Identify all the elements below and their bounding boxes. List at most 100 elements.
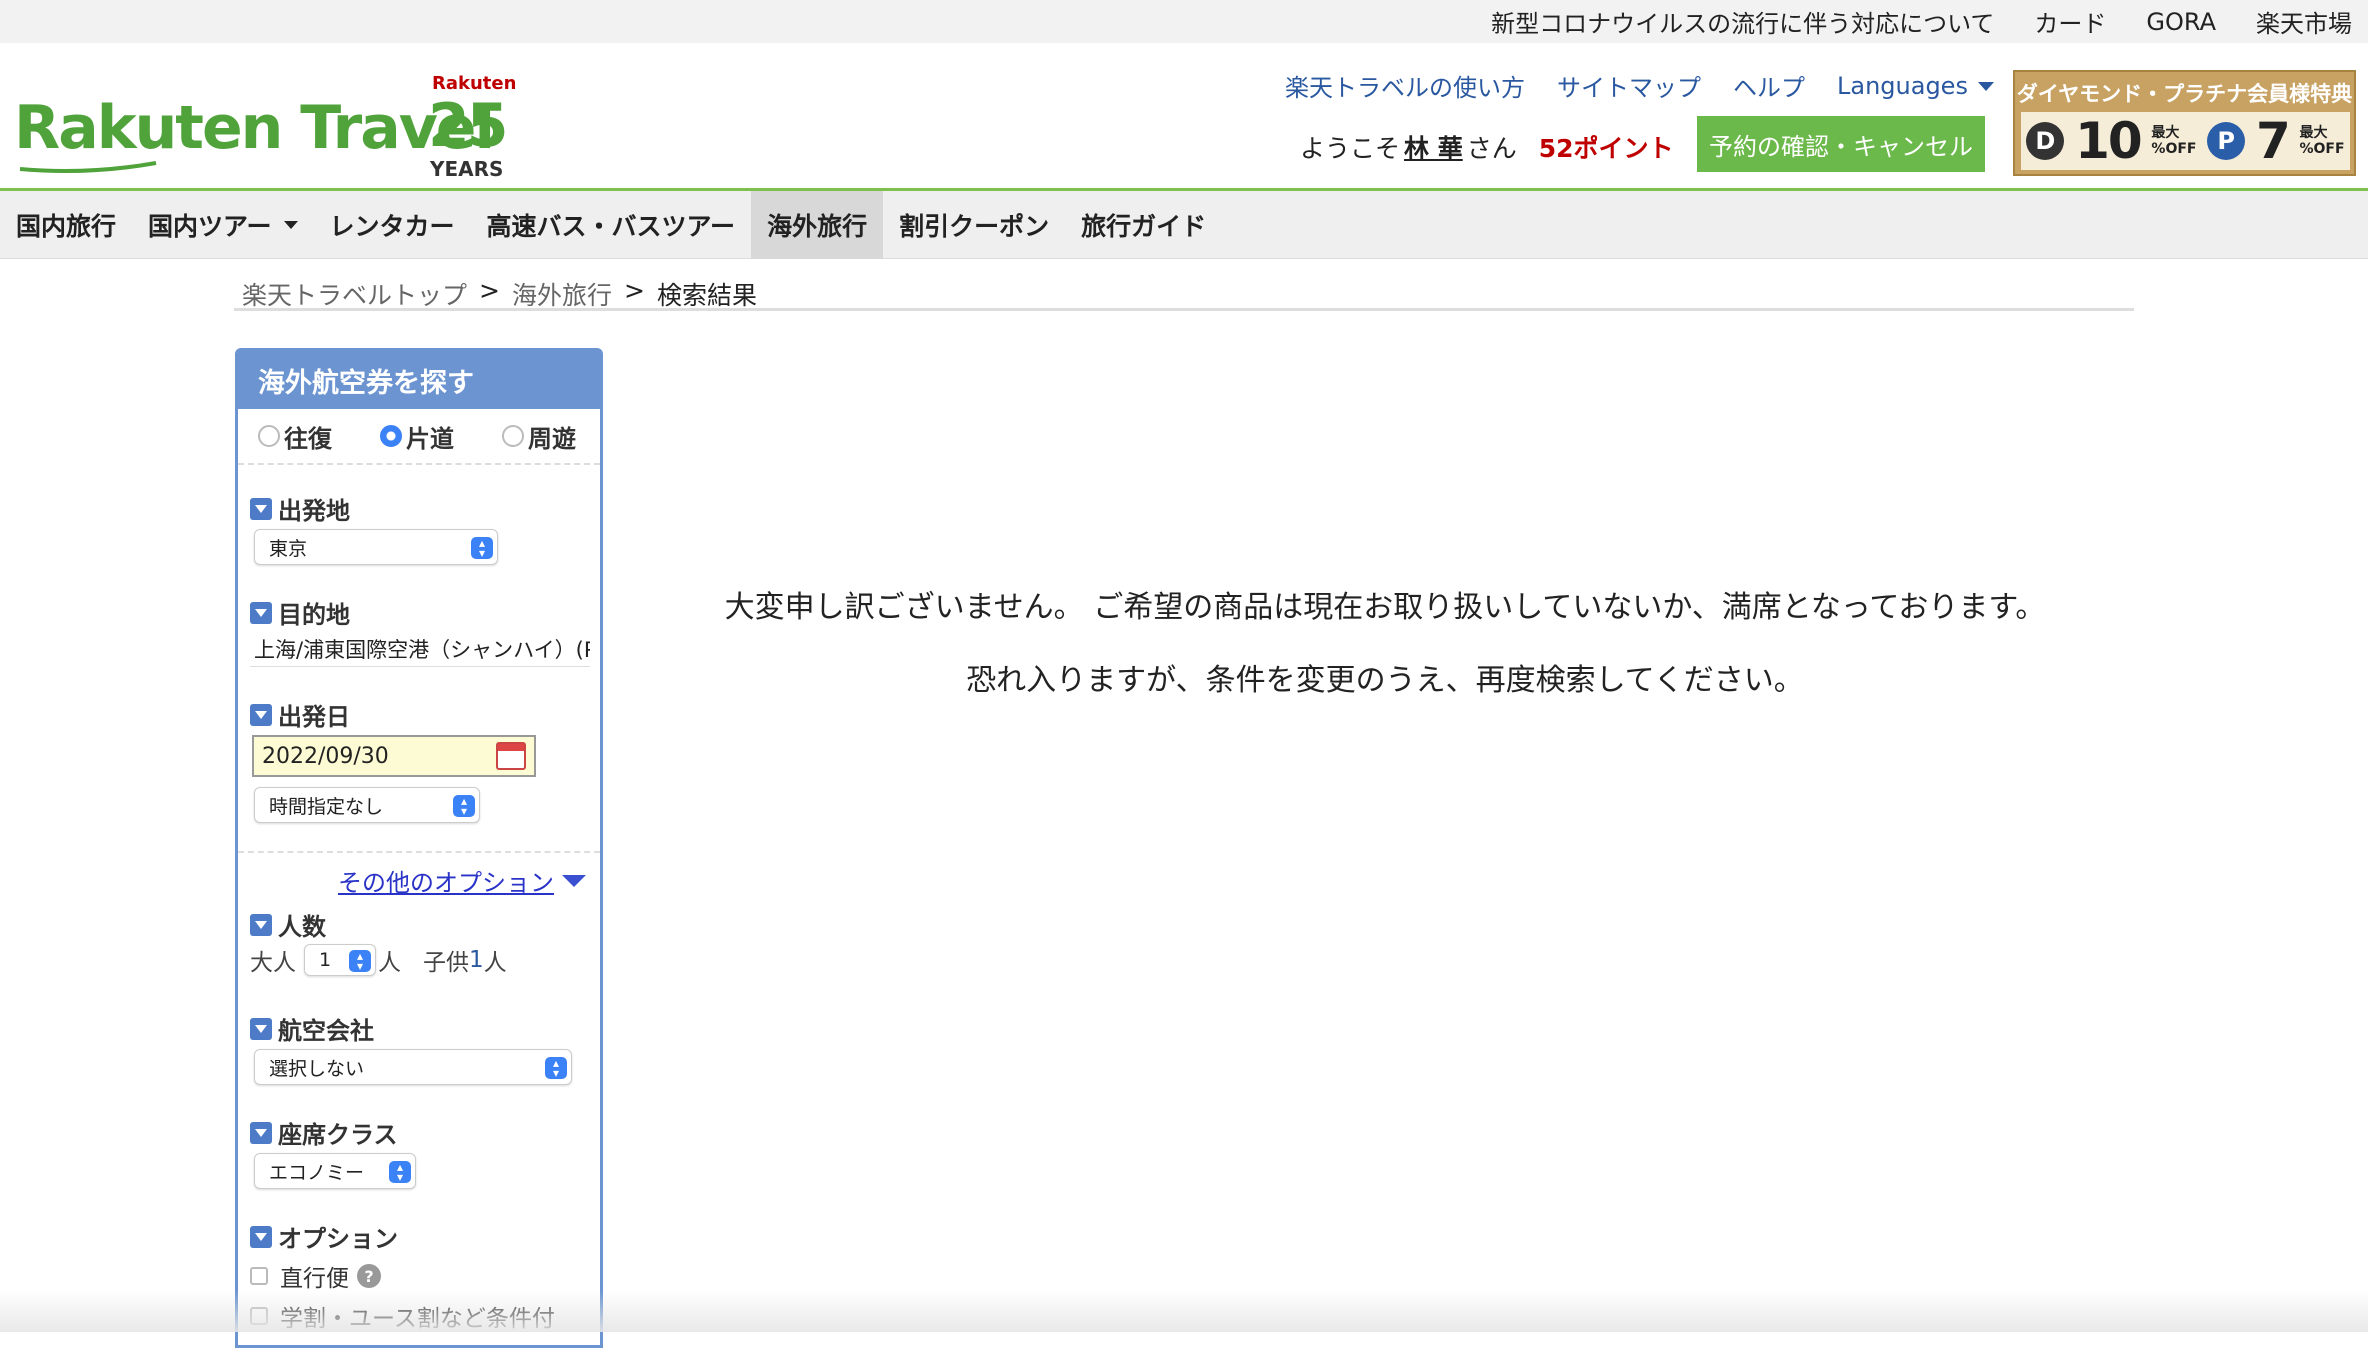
options-label: オプション bbox=[250, 1219, 398, 1254]
sitemap-link[interactable]: サイトマップ bbox=[1557, 68, 1701, 103]
search-panel-title: 海外航空券を探す bbox=[238, 351, 600, 409]
checkbox-icon bbox=[250, 1267, 268, 1285]
child-unit: 人 bbox=[483, 950, 507, 976]
radio-selected-icon bbox=[380, 425, 402, 447]
airline-select[interactable]: 選択しない ▴ ▾ bbox=[254, 1049, 572, 1085]
divider bbox=[238, 851, 600, 853]
adult-count-value: 1 bbox=[319, 949, 332, 971]
caret-down-icon bbox=[283, 221, 298, 229]
p-max-label: 最大 bbox=[2299, 125, 2328, 141]
adult-unit: 人 bbox=[378, 950, 401, 976]
guide-link[interactable]: 楽天トラベルの使い方 bbox=[1285, 68, 1525, 103]
trip-type-group: 往復 片道 周遊 bbox=[238, 409, 600, 465]
trip-multicity-label: 周遊 bbox=[528, 424, 576, 453]
languages-label: Languages bbox=[1837, 71, 1968, 100]
section-toggle-icon bbox=[250, 497, 272, 520]
calendar-icon[interactable] bbox=[496, 742, 526, 770]
25-years-badge: Rakuten 25 YEARS bbox=[428, 73, 516, 183]
breadcrumb-top[interactable]: 楽天トラベルトップ bbox=[242, 276, 467, 312]
d-discount-value: 10 bbox=[2075, 112, 2143, 170]
section-toggle-icon bbox=[250, 601, 272, 624]
departure-label-text: 出発地 bbox=[278, 497, 350, 525]
site-header: Rakuten Travel Rakuten 25 YEARS 楽天トラベルの使… bbox=[0, 43, 2368, 188]
chevron-down-icon bbox=[562, 874, 586, 887]
nav-domestic-tour[interactable]: 国内ツアー bbox=[132, 191, 314, 259]
options-label-text: オプション bbox=[278, 1225, 398, 1253]
other-options-label: その他のオプション bbox=[338, 869, 554, 897]
d-max-label: 最大 bbox=[2151, 125, 2180, 141]
adult-count-select[interactable]: 1 ▴ ▾ bbox=[304, 944, 376, 976]
other-options-link[interactable]: その他のオプション bbox=[338, 863, 586, 898]
section-toggle-icon bbox=[250, 1121, 272, 1144]
p-off-label: %OFF bbox=[2299, 141, 2345, 157]
nav-rental-car[interactable]: レンタカー bbox=[314, 191, 471, 259]
checkbox-icon bbox=[250, 1307, 268, 1325]
section-toggle-icon bbox=[250, 703, 272, 726]
badge-years: YEARS bbox=[430, 157, 504, 181]
select-arrows-icon: ▴ ▾ bbox=[389, 1161, 411, 1183]
time-select[interactable]: 時間指定なし ▴ ▾ bbox=[254, 787, 480, 823]
seat-class-label-text: 座席クラス bbox=[278, 1121, 398, 1149]
breadcrumb-overseas[interactable]: 海外旅行 bbox=[512, 276, 612, 312]
card-link[interactable]: カード bbox=[2034, 4, 2106, 39]
departure-value: 東京 bbox=[269, 537, 308, 560]
help-link[interactable]: ヘルプ bbox=[1733, 68, 1805, 103]
welcome-suffix: さん bbox=[1466, 134, 1517, 163]
direct-flight-checkbox[interactable]: 直行便? bbox=[250, 1259, 381, 1293]
radio-icon bbox=[502, 425, 524, 447]
utility-bar: 新型コロナウイルスの流行に伴う対応について カード GORA 楽天市場 bbox=[0, 0, 2368, 43]
trip-oneway-label: 片道 bbox=[406, 424, 454, 453]
seat-class-value: エコノミー bbox=[269, 1161, 365, 1184]
adult-label: 大人 bbox=[250, 950, 296, 976]
date-label-text: 出発日 bbox=[278, 703, 350, 731]
rakuten-travel-logo[interactable]: Rakuten Travel bbox=[14, 93, 495, 163]
student-fare-label: 学割・ユース割など条件付 bbox=[280, 1306, 555, 1332]
member-benefit-banner[interactable]: ダイヤモンド・プラチナ会員様特典 D 10 最大 %OFF P 7 最大 %OFF bbox=[2013, 70, 2356, 176]
reservation-check-button[interactable]: 予約の確認・キャンセル bbox=[1697, 116, 1985, 172]
breadcrumb: 楽天トラベルトップ > 海外旅行 > 検索結果 bbox=[234, 276, 2134, 311]
rakuten-ichiba-link[interactable]: 楽天市場 bbox=[2256, 4, 2352, 39]
p-discount-value: 7 bbox=[2255, 112, 2291, 170]
trip-multicity-radio[interactable]: 周遊 bbox=[502, 419, 576, 454]
nav-overseas-travel[interactable]: 海外旅行 bbox=[751, 191, 884, 259]
nav-highway-bus[interactable]: 高速バス・バスツアー bbox=[471, 191, 752, 259]
seat-class-select[interactable]: エコノミー ▴ ▾ bbox=[254, 1153, 416, 1189]
nav-coupon[interactable]: 割引クーポン bbox=[883, 191, 1065, 259]
select-arrows-icon: ▴ ▾ bbox=[545, 1057, 567, 1079]
retry-message: 恐れ入りますが、条件を変更のうえ、再度検索してください。 bbox=[966, 663, 1804, 698]
departure-date-input[interactable]: 2022/09/30 bbox=[252, 735, 536, 777]
child-count[interactable]: 1 bbox=[469, 947, 484, 973]
destination-label: 目的地 bbox=[250, 595, 350, 630]
direct-flight-label: 直行便 bbox=[280, 1266, 349, 1292]
passengers-label-text: 人数 bbox=[278, 913, 326, 941]
nav-travel-guide[interactable]: 旅行ガイド bbox=[1065, 191, 1222, 259]
airline-value: 選択しない bbox=[269, 1057, 365, 1080]
destination-input[interactable]: 上海/浦東国際空港（シャンハイ）(P bbox=[250, 631, 590, 667]
child-label: 子供 bbox=[423, 950, 469, 976]
covid-notice-link[interactable]: 新型コロナウイルスの流行に伴う対応について bbox=[1491, 4, 1994, 39]
airline-label-text: 航空会社 bbox=[278, 1017, 374, 1045]
section-toggle-icon bbox=[250, 1017, 272, 1040]
banner-title: ダイヤモンド・プラチナ会員様特典 bbox=[2016, 82, 2353, 106]
header-links: 楽天トラベルの使い方 サイトマップ ヘルプ Languages bbox=[1285, 68, 2026, 103]
section-toggle-icon bbox=[250, 1225, 272, 1248]
points-balance[interactable]: 52ポイント bbox=[1539, 129, 1674, 165]
user-name[interactable]: 林 華 bbox=[1404, 129, 1463, 165]
nav-domestic-travel[interactable]: 国内旅行 bbox=[0, 191, 132, 259]
help-icon[interactable]: ? bbox=[357, 1264, 381, 1288]
gora-link[interactable]: GORA bbox=[2146, 8, 2216, 36]
select-arrows-icon: ▴ ▾ bbox=[471, 537, 493, 559]
welcome-message: ようこそ 林 華 さん 52ポイント bbox=[1300, 129, 1674, 165]
p-coin-icon: P bbox=[2207, 122, 2246, 160]
passenger-counts: 大人 1 ▴ ▾ 人 子供 1 人 bbox=[250, 943, 507, 977]
languages-dropdown[interactable]: Languages bbox=[1837, 72, 1994, 100]
trip-oneway-radio[interactable]: 片道 bbox=[380, 419, 454, 454]
section-toggle-icon bbox=[250, 913, 272, 936]
seat-class-label: 座席クラス bbox=[250, 1115, 398, 1150]
passengers-label: 人数 bbox=[250, 907, 326, 942]
departure-select[interactable]: 東京 ▴ ▾ bbox=[254, 529, 498, 565]
nav-domestic-tour-label: 国内ツアー bbox=[148, 212, 272, 241]
trip-roundtrip-radio[interactable]: 往復 bbox=[258, 419, 332, 454]
welcome-prefix: ようこそ bbox=[1300, 134, 1401, 163]
student-fare-checkbox[interactable]: 学割・ユース割など条件付 bbox=[250, 1299, 555, 1333]
